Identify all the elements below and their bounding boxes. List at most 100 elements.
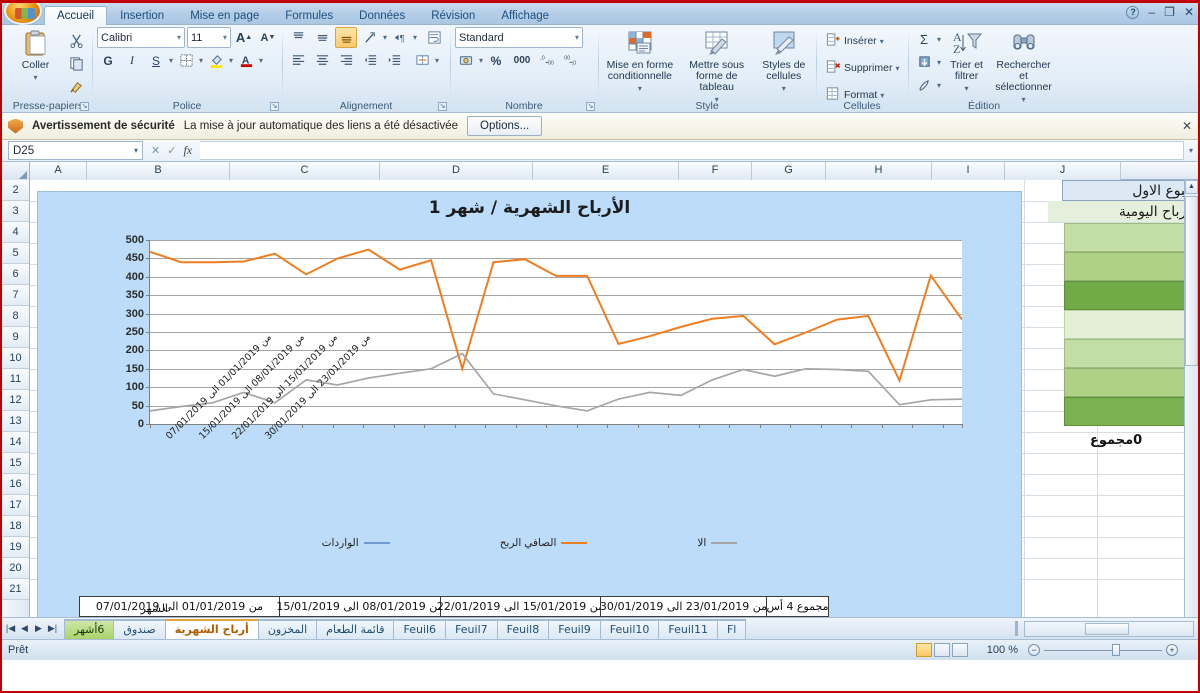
prev-sheet-button[interactable]: ◀ xyxy=(18,623,31,634)
borders-button[interactable] xyxy=(175,50,197,71)
underline-button[interactable]: S xyxy=(145,50,167,71)
chevron-down-icon[interactable]: ▾ xyxy=(33,72,37,83)
conditional-formatting-button[interactable]: Mise en forme conditionnelle ▾ xyxy=(603,27,677,96)
row-header-3[interactable]: 3 xyxy=(2,201,29,222)
chevron-down-icon[interactable]: ▾ xyxy=(895,64,899,73)
chevron-down-icon[interactable]: ▾ xyxy=(383,33,387,42)
legend-item-net-profit[interactable]: الصافي الربح xyxy=(500,537,588,549)
select-all-button[interactable] xyxy=(2,162,30,180)
next-sheet-button[interactable]: ▶ xyxy=(32,623,45,634)
month-label-cell[interactable]: الشهر xyxy=(141,602,168,615)
increase-indent-button[interactable] xyxy=(383,50,405,71)
nombre-dialog-launcher[interactable]: ↘ xyxy=(586,102,595,111)
chevron-down-icon[interactable]: ▾ xyxy=(435,56,439,65)
align-right-button[interactable] xyxy=(335,50,357,71)
insert-function-icon[interactable]: fx xyxy=(183,143,192,158)
wrap-text-button[interactable] xyxy=(423,27,445,48)
row-header-5[interactable]: 5 xyxy=(2,243,29,264)
chevron-down-icon[interactable]: ▾ xyxy=(479,56,483,65)
row-header-4[interactable]: 4 xyxy=(2,222,29,243)
clipboard-dialog-launcher[interactable]: ↘ xyxy=(80,102,89,111)
row-header-12[interactable]: 12 xyxy=(2,390,29,411)
data-cell-5[interactable] xyxy=(1064,339,1198,368)
daily-profits-cell[interactable]: الأرباح اليومية xyxy=(1048,201,1198,222)
ribbon-tab-revision[interactable]: Révision xyxy=(418,6,488,26)
cell-area[interactable]: سبوع الاول الأرباح اليومية 0مجموع الأربا… xyxy=(30,180,1198,617)
chevron-down-icon[interactable]: ▾ xyxy=(229,56,233,65)
row-header-6[interactable]: 6 xyxy=(2,264,29,285)
row-header-11[interactable]: 11 xyxy=(2,369,29,390)
column-header-d[interactable]: D xyxy=(380,162,533,180)
column-header-g[interactable]: G xyxy=(752,162,826,180)
percent-format-button[interactable]: % xyxy=(485,50,507,71)
fill-button[interactable] xyxy=(913,52,935,73)
last-sheet-button[interactable]: ▶| xyxy=(46,623,59,634)
ribbon-tab-mise-en-page[interactable]: Mise en page xyxy=(177,6,272,26)
sheet-tab-feuil7[interactable]: Feuil7 xyxy=(445,619,498,639)
data-cell-1[interactable] xyxy=(1064,223,1198,252)
autosum-button[interactable]: Σ xyxy=(913,29,935,50)
row-header-13[interactable]: 13 xyxy=(2,411,29,432)
text-direction-button[interactable]: ¶ xyxy=(389,27,411,48)
sort-filter-button[interactable]: A Z Trier et filtrer ▾ xyxy=(942,27,991,96)
align-center-button[interactable] xyxy=(311,50,333,71)
chevron-down-icon[interactable]: ▾ xyxy=(880,91,884,100)
ribbon-tab-insertion[interactable]: Insertion xyxy=(107,6,177,26)
row-header-9[interactable]: 9 xyxy=(2,327,29,348)
week-header-cell[interactable]: سبوع الاول xyxy=(1062,180,1198,201)
column-header-j[interactable]: J xyxy=(1005,162,1121,180)
scroll-up-button[interactable]: ▲ xyxy=(1185,180,1198,194)
align-left-button[interactable] xyxy=(287,50,309,71)
chevron-down-icon[interactable]: ▾ xyxy=(880,37,884,46)
date-cell-week3[interactable]: من 15/01/2019 الى 22/01/2019 xyxy=(440,596,601,617)
chevron-down-icon[interactable]: ▾ xyxy=(199,56,203,65)
sheet-tab-menu[interactable]: قائمة الطعام xyxy=(316,619,394,639)
date-cell-week1[interactable]: من 01/01/2019 الى 07/01/2019 xyxy=(79,596,280,617)
column-header-h[interactable]: H xyxy=(826,162,932,180)
ribbon-tab-formules[interactable]: Formules xyxy=(272,6,346,26)
delete-cells-button[interactable]: Supprimer ▾ xyxy=(821,56,903,80)
sheet-tab-feuil12[interactable]: Fl xyxy=(717,619,746,639)
zoom-out-icon[interactable]: − xyxy=(1028,644,1040,656)
insert-cells-button[interactable]: Insérer ▾ xyxy=(821,29,903,53)
row-header-21[interactable]: 21 xyxy=(2,579,29,600)
sheet-tab-monthly-profits[interactable]: أرباح الشهرية xyxy=(165,619,259,639)
date-cell-week2[interactable]: من 08/01/2019 الى 15/01/2019 xyxy=(279,596,441,617)
column-header-i[interactable]: I xyxy=(932,162,1005,180)
copy-button[interactable] xyxy=(65,53,87,74)
font-size-combo[interactable]: 11 ▾ xyxy=(187,27,231,48)
bold-button[interactable]: G xyxy=(97,50,119,71)
sheet-tab-feuil10[interactable]: Feuil10 xyxy=(600,619,660,639)
data-cell-6[interactable] xyxy=(1064,368,1198,397)
total-cell[interactable]: 0مجموع xyxy=(1090,430,1198,450)
row-header-15[interactable]: 15 xyxy=(2,453,29,474)
cancel-formula-icon[interactable]: ✕ xyxy=(151,144,160,157)
horizontal-scroll-thumb[interactable] xyxy=(1085,623,1129,635)
column-header-b[interactable]: B xyxy=(87,162,230,180)
legend-item-imports[interactable]: الواردات xyxy=(322,537,390,549)
row-header-2[interactable]: 2 xyxy=(2,180,29,201)
vertical-scroll-thumb[interactable] xyxy=(1185,196,1198,366)
chevron-down-icon[interactable]: ▾ xyxy=(965,83,969,94)
formula-input[interactable] xyxy=(200,141,1184,160)
ribbon-tab-affichage[interactable]: Affichage xyxy=(488,6,562,26)
enter-formula-icon[interactable]: ✓ xyxy=(167,144,176,157)
row-header-14[interactable]: 14 xyxy=(2,432,29,453)
orientation-button[interactable] xyxy=(359,27,381,48)
sheet-tab-feuil8[interactable]: Feuil8 xyxy=(497,619,550,639)
decrease-font-size-button[interactable]: A▼ xyxy=(257,27,279,48)
sheet-tab-inventory[interactable]: المخزون xyxy=(258,619,317,639)
sheet-tab-sandouq[interactable]: صندوق xyxy=(113,619,165,639)
data-cell-2[interactable] xyxy=(1064,252,1198,281)
increase-font-size-button[interactable]: A▲ xyxy=(233,27,255,48)
font-color-button[interactable]: A xyxy=(235,50,257,71)
row-header-17[interactable]: 17 xyxy=(2,495,29,516)
row-header-20[interactable]: 20 xyxy=(2,558,29,579)
data-cell-7[interactable] xyxy=(1064,397,1198,426)
chevron-down-icon[interactable]: ▾ xyxy=(937,58,941,67)
fill-color-button[interactable] xyxy=(205,50,227,71)
chevron-down-icon[interactable]: ▾ xyxy=(177,33,181,42)
data-cell-4[interactable] xyxy=(1064,310,1198,339)
date-cell-week4[interactable]: من 23/01/2019 الى 30/01/2019 xyxy=(600,596,767,617)
currency-format-button[interactable] xyxy=(455,50,477,71)
